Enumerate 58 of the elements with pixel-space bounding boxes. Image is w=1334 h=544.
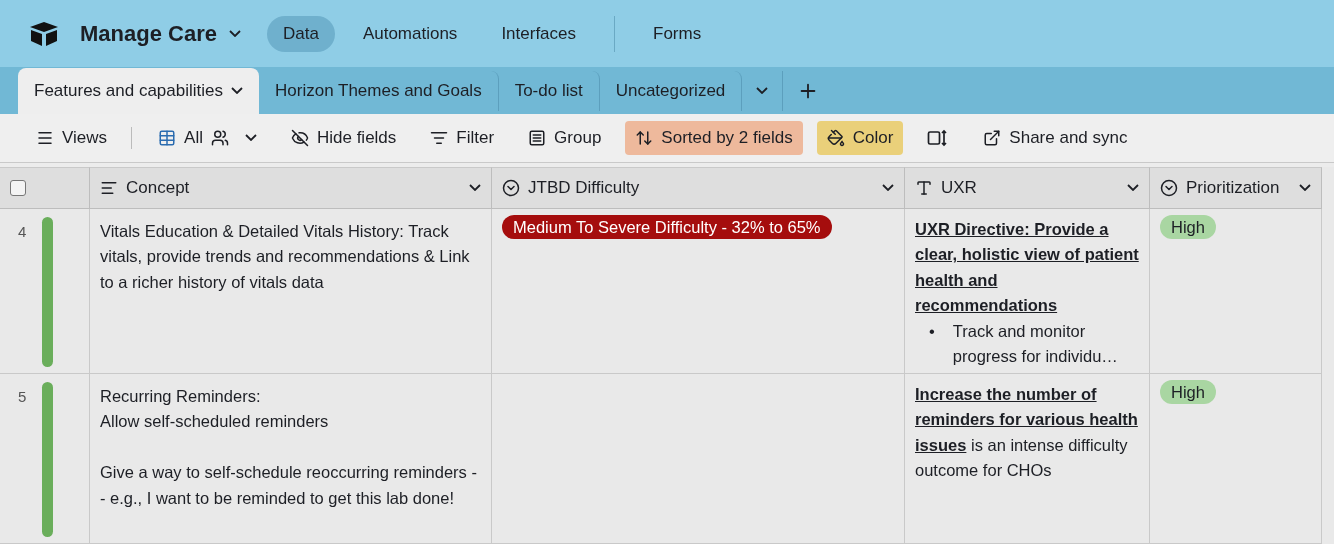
chevron-down-icon[interactable] bbox=[1299, 184, 1311, 192]
chevron-down-icon[interactable] bbox=[882, 184, 894, 192]
paint-bucket-icon bbox=[826, 128, 845, 147]
nav-tab[interactable]: Interfaces bbox=[485, 15, 593, 52]
column-header[interactable]: Prioritization bbox=[1150, 167, 1322, 209]
text-type-icon bbox=[915, 179, 933, 197]
toolbar-button[interactable]: Hide fields bbox=[280, 120, 407, 155]
chevron-down-icon bbox=[756, 87, 769, 95]
column-title: Prioritization bbox=[1186, 178, 1281, 198]
chevron-down-icon[interactable] bbox=[1127, 184, 1139, 192]
base-title: Manage Care bbox=[80, 20, 217, 47]
row-number: 4 bbox=[18, 223, 28, 242]
concept-text: Recurring Reminders: Allow self-scheduled reminders Give a way to self-schedule reoccurring reminders -- e.g., I want to be reminded to get this lab done! bbox=[100, 386, 478, 509]
select-all-checkbox[interactable] bbox=[10, 180, 26, 196]
table-tab[interactable]: Features and capabilities bbox=[18, 67, 259, 114]
column-header[interactable]: Concept bbox=[90, 167, 492, 209]
column-title: Concept bbox=[126, 178, 191, 198]
circle-chevron-icon bbox=[502, 179, 520, 197]
chevron-down-icon bbox=[244, 134, 257, 142]
toolbar-button[interactable]: Views bbox=[26, 120, 118, 155]
toolbar-button[interactable]: Filter bbox=[420, 120, 505, 155]
toolbar-button[interactable]: Color bbox=[816, 120, 904, 155]
list-box-icon bbox=[528, 128, 547, 147]
view-switcher[interactable]: All bbox=[148, 120, 267, 155]
toolbar-button[interactable]: Group bbox=[518, 120, 612, 155]
column-title: UXR bbox=[941, 178, 978, 198]
chevron-down-icon bbox=[231, 87, 243, 95]
uxr-text: Increase the number of reminders for various health issues is an intense difficulty outcome for CHOs bbox=[915, 384, 1139, 482]
chevron-down-icon[interactable] bbox=[228, 30, 241, 37]
toolbar-button[interactable]: Sorted by 2 fields bbox=[625, 120, 803, 155]
table-tab[interactable]: Uncategorized bbox=[599, 70, 743, 111]
grid-icon bbox=[158, 128, 177, 147]
chevron-down-icon[interactable] bbox=[469, 184, 481, 192]
circle-chevron-icon bbox=[1160, 179, 1178, 197]
people-icon bbox=[210, 128, 229, 147]
long-text-icon bbox=[100, 179, 118, 197]
toolbar-button[interactable]: Share and sync bbox=[973, 120, 1138, 155]
external-link-icon bbox=[983, 128, 1002, 147]
bullet-text: Track and monitor progress for individu… bbox=[952, 321, 1119, 368]
difficulty-tag: Medium To Severe Difficulty - 32% to 65% bbox=[502, 215, 832, 239]
nav-tab[interactable]: Forms bbox=[637, 15, 718, 52]
table-tab[interactable]: To-do list bbox=[498, 70, 600, 111]
priority-tag: High bbox=[1160, 215, 1216, 239]
nav-tab[interactable]: Data bbox=[266, 15, 335, 52]
table-tab[interactable]: Horizon Themes and Goals bbox=[259, 70, 499, 111]
row-number: 5 bbox=[18, 388, 28, 407]
column-header[interactable]: JTBD Difficulty bbox=[492, 167, 905, 209]
eye-off-icon bbox=[290, 128, 309, 147]
nav-tab[interactable]: Automations bbox=[346, 15, 474, 52]
sort-icon bbox=[635, 128, 654, 147]
priority-tag: High bbox=[1160, 380, 1216, 404]
row-height-icon bbox=[927, 128, 950, 147]
concept-text: Vitals Education & Detailed Vitals History: Track vitals, provide trends and recommendations & Link to a richer history of vitals data bbox=[100, 221, 471, 293]
column-title: JTBD Difficulty bbox=[528, 178, 641, 198]
column-header[interactable]: UXR bbox=[905, 167, 1150, 209]
box-logo-icon bbox=[28, 20, 60, 47]
bullet-marker: • bbox=[929, 321, 935, 342]
uxr-heading: UXR Directive: Provide a clear, holistic view of patient health and recommendations bbox=[915, 219, 1139, 317]
